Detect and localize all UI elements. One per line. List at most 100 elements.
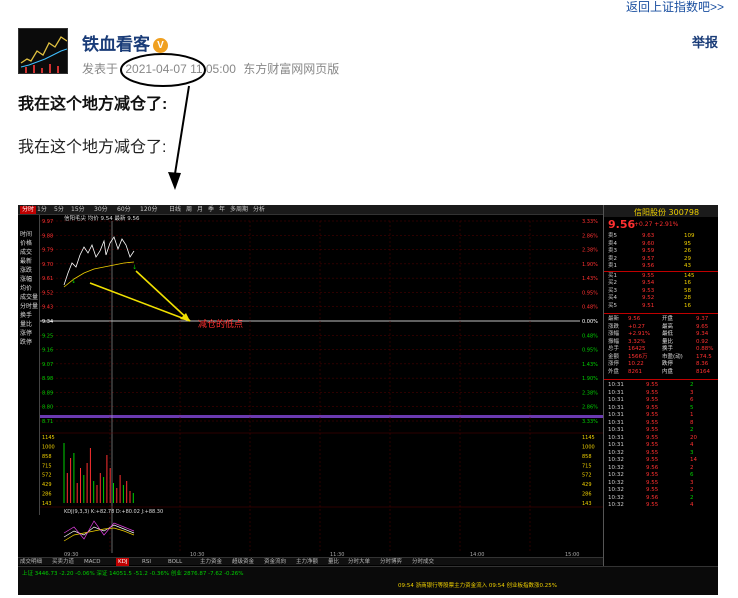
tick-price: 9.55 [646,502,659,508]
quote-field-label-2: 跌停 [662,361,674,367]
indicator-tab[interactable]: 分时大单 [348,558,370,566]
period-tab[interactable]: 月 [197,206,203,214]
quote-field-row: 金额 1566万 市盈(动) 174.5 [604,354,718,361]
tick-row: 10:31 9.55 2 [604,382,718,389]
indicator-tab[interactable]: 主力资金 [200,558,222,566]
tick-time: 10:31 [608,397,624,403]
period-tab[interactable]: 日线 [169,206,181,214]
tick-time: 10:32 [608,464,624,471]
tick-volume: 2 [690,494,694,501]
price-tick-label: 9.61 [42,276,53,282]
index-ticker-text: 上证 3446.73 -2.20 -0.06% 深证 14051.5 -51.2… [22,571,244,577]
price-tick-label: 8.80 [42,405,53,411]
posted-label: 发表于 [82,62,119,76]
tick-row: 10:32 9.55 3 [604,480,718,487]
author-avatar[interactable] [18,28,68,74]
quote-field-value-2: 8.36 [696,361,709,367]
order-book-row: 买4 9.52 28 [604,295,718,302]
quote-separator [604,313,718,314]
order-level: 卖3 [608,248,617,254]
percent-tick-label: 2.38% [582,248,598,254]
tick-time: 10:32 [608,494,624,501]
quote-field-label-2: 换手 [662,346,674,352]
tick-price: 9.56 [646,494,659,501]
order-level: 买5 [608,302,617,309]
volume-tick-label: 286 [42,492,52,498]
indicator-tab[interactable]: BOLL [168,558,182,566]
tick-row: 10:31 9.55 6 [604,397,718,404]
quote-field-label-2: 市盈(动) [662,353,683,360]
tick-row: 10:32 9.55 14 [604,457,718,464]
period-tab[interactable]: 5分 [54,206,64,214]
order-price: 9.55 [642,272,655,279]
tick-price: 9.55 [646,442,659,448]
indicator-tab[interactable]: 买卖力道 [52,558,74,566]
tick-row: 10:32 9.55 6 [604,472,718,479]
author-name-text[interactable]: 铁血看客 [82,35,150,54]
tick-price: 9.56 [646,464,659,471]
tick-row: 10:32 9.55 3 [604,450,718,457]
period-tab[interactable]: 1分 [37,206,47,214]
author-name[interactable]: 铁血看客 V [82,30,168,55]
order-volume: 29 [684,255,691,262]
percent-tick-label: 1.90% [582,262,598,268]
left-info-label: 成交量 [20,294,39,301]
tick-time: 10:31 [608,382,624,388]
tick-row: 10:32 9.55 2 [604,487,718,494]
period-tab[interactable]: 120分 [140,206,157,214]
back-to-forum-link[interactable]: 返回上证指数吧>> [626,0,724,15]
post-title: 我在这个地方减仓了: [18,96,168,113]
tick-time: 10:32 [608,449,624,456]
order-price: 9.54 [642,280,655,286]
annotation-label: 减仓的低点 [198,318,243,330]
volume-tick-label-right: 715 [582,463,592,469]
tick-time: 10:32 [608,479,624,486]
left-info-label: 涨幅 [20,276,33,283]
market-status-bar: 上证 3446.73 -2.20 -0.06% 深证 14051.5 -51.2… [18,566,718,595]
order-level: 买4 [608,295,617,301]
quote-field-row: 外盘 8261 内盘 8164 [604,369,718,376]
order-price: 9.53 [642,287,655,294]
indicator-tab[interactable]: 超级资金 [232,558,254,566]
report-button[interactable]: 举报 [692,32,718,51]
indicator-tab[interactable]: 成交明细 [20,558,42,566]
index-ticker-row: 上证 3446.73 -2.20 -0.06% 深证 14051.5 -51.2… [18,570,718,579]
indicator-tab[interactable]: 分时博弈 [380,558,402,566]
indicator-tab[interactable]: RSI [142,558,151,566]
order-book-row: 买3 9.53 58 [604,288,718,295]
news-ticker-row: 09:54 浙商银行等股票主力资金流入 09:54 创业板指数涨0.25% [18,582,718,591]
indicator-tab[interactable]: 量比 [328,558,339,566]
left-info-label: 成交 [20,249,33,256]
tick-volume: 6 [690,472,694,478]
indicator-tab[interactable]: MACD [84,558,101,566]
indicator-tab[interactable]: KDJ [116,558,130,566]
price-tick-label: 9.07 [42,362,53,368]
order-level: 买3 [608,287,617,294]
quote-field-label: 振幅 [608,338,620,345]
quote-field-row: 涨停 10.22 跌停 8.36 [604,361,718,368]
indicator-tab[interactable]: 主力净额 [296,558,318,566]
left-info-column: 时间 价格 成交 最新 涨跌 涨幅 均价 成交量 分时量 换手 量比 涨停 跌停 [18,215,40,515]
price-tick-label: 8.98 [42,376,53,382]
percent-tick-label: 3.33% [582,419,598,425]
volume-tick-label-right: 1000 [582,444,595,450]
quote-field-label-2: 开盘 [662,316,674,322]
indicator-tab[interactable]: 分时成交 [412,558,434,566]
price-tick-label: 8.71 [42,419,53,425]
period-tab[interactable]: 多周期 [230,206,248,214]
period-tab[interactable]: 周 [186,206,192,214]
indicator-tab[interactable]: 资金流向 [264,558,286,566]
period-tab[interactable]: 30分 [94,206,108,214]
period-tab[interactable]: 60分 [117,206,131,214]
percent-tick-label: 2.38% [582,390,598,396]
period-tab[interactable]: 15分 [71,206,85,214]
period-tab[interactable]: 分析 [253,206,265,214]
period-tab[interactable]: 季 [208,206,214,214]
volume-tick-label: 572 [42,473,52,479]
quote-field-label: 外盘 [608,368,620,375]
period-tab[interactable]: 分时 [20,206,37,214]
volume-tick-label: 715 [42,463,52,469]
order-level: 卖2 [608,255,617,262]
left-info-label: 跌停 [20,339,33,346]
period-tab[interactable]: 年 [219,206,225,214]
